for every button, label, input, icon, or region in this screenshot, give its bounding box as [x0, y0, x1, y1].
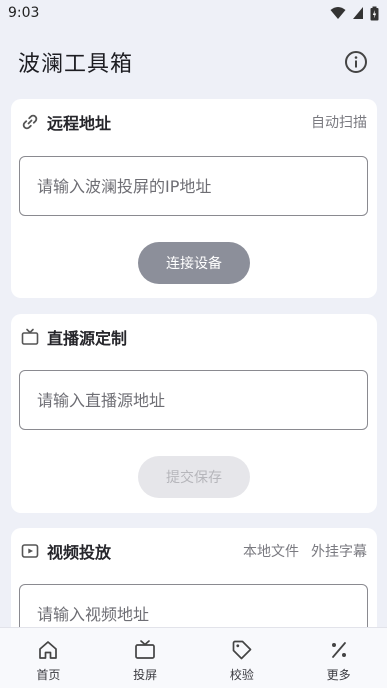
more-icon: [327, 638, 351, 662]
ip-address-field[interactable]: [19, 156, 368, 216]
remote-address-header: 远程地址 自动扫描: [11, 99, 377, 145]
live-source-title: 直播源定制: [47, 329, 128, 348]
remote-address-title: 远程地址: [47, 114, 112, 133]
info-icon: [345, 51, 367, 73]
video-url-input[interactable]: [37, 604, 350, 624]
home-icon: [36, 638, 60, 662]
battery-icon: [370, 6, 379, 20]
live-source-card: 直播源定制 提交保存: [11, 314, 377, 513]
ip-address-input[interactable]: [37, 176, 350, 196]
tv-icon: [133, 638, 157, 662]
info-button[interactable]: [343, 49, 369, 75]
app-bar: 波澜工具箱: [0, 40, 387, 84]
live-source-field[interactable]: [19, 370, 368, 430]
status-icons: [330, 6, 379, 21]
status-time: 9:03: [8, 5, 40, 21]
wifi-icon: [330, 7, 346, 19]
submit-save-button[interactable]: 提交保存: [138, 456, 250, 498]
nav-label-more: 更多: [326, 668, 351, 682]
nav-label-cast: 投屏: [133, 668, 158, 682]
nav-item-more[interactable]: 更多: [290, 628, 387, 688]
nav-label-home: 首页: [36, 668, 61, 682]
nav-item-verify[interactable]: 校验: [194, 628, 291, 688]
live-source-input[interactable]: [37, 390, 350, 410]
signal-icon: [353, 7, 363, 19]
bottom-nav: 首页 投屏 校验 更多: [0, 627, 387, 688]
video-cast-card: 视频投放 本地文件 外挂字幕: [11, 528, 377, 644]
nav-label-verify: 校验: [229, 668, 254, 682]
play-icon: [21, 542, 39, 560]
nav-item-cast[interactable]: 投屏: [97, 628, 194, 688]
tv-icon: [21, 328, 39, 346]
local-file-link[interactable]: 本地文件: [243, 541, 299, 561]
connect-device-button[interactable]: 连接设备: [138, 242, 250, 284]
remote-address-card: 远程地址 自动扫描 连接设备: [11, 99, 377, 298]
external-subtitle-link[interactable]: 外挂字幕: [311, 541, 367, 561]
nav-item-home[interactable]: 首页: [0, 628, 97, 688]
app-title: 波澜工具箱: [18, 52, 134, 77]
video-cast-title: 视频投放: [47, 543, 112, 562]
video-cast-header: 视频投放 本地文件 外挂字幕: [11, 528, 377, 574]
status-bar: 9:03: [0, 0, 387, 26]
link-icon: [21, 113, 39, 131]
auto-scan-link[interactable]: 自动扫描: [311, 112, 367, 132]
live-source-header: 直播源定制: [11, 314, 377, 360]
tag-icon: [230, 638, 254, 662]
